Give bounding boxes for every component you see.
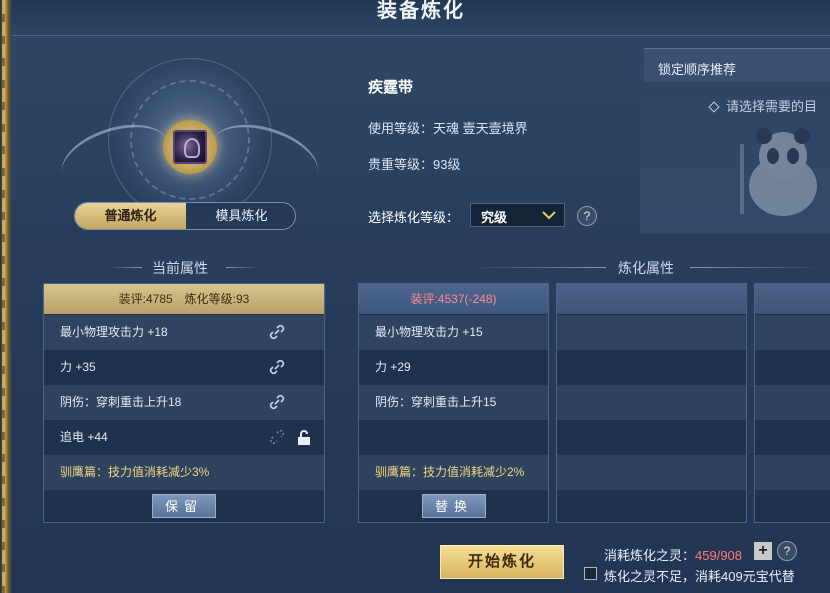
lock-order-hint-text: 请选择需要的目 bbox=[726, 99, 818, 114]
chevron-down-icon bbox=[542, 211, 556, 220]
broken-link-icon[interactable] bbox=[268, 428, 286, 446]
refine-mode-tabs: 普通炼化 模具炼化 bbox=[74, 202, 296, 230]
current-attr-text: 力 +35 bbox=[60, 360, 96, 374]
item-rarity-level: 贵重等级：93级 bbox=[368, 157, 461, 172]
refine-result-panel-empty bbox=[556, 283, 747, 523]
current-score-header: 装评:4785 炼化等级:93 bbox=[44, 284, 324, 314]
link-icon[interactable] bbox=[268, 323, 286, 341]
title-bar: 装备炼化 bbox=[12, 0, 830, 36]
consume-label: 消耗炼化之灵： bbox=[604, 548, 696, 563]
consume-spirit-text: 消耗炼化之灵：459/908 bbox=[604, 545, 742, 564]
empty-row bbox=[557, 385, 746, 420]
lock-order-panel: 锁定顺序推荐 请选择需要的目 bbox=[640, 44, 830, 234]
current-attr-row: 驯鹰篇：技力值消耗减少3% bbox=[44, 455, 324, 490]
refine-attributes-panel: 装评:4537(-248) 最小物理攻击力 +15 力 +29 阴伤：穿刺重击上… bbox=[358, 283, 549, 523]
empty-row bbox=[557, 455, 746, 490]
lock-order-header: 锁定顺序推荐 bbox=[644, 48, 830, 82]
lock-order-hint: 请选择需要的目 bbox=[708, 96, 818, 115]
keep-button[interactable]: 保留 bbox=[152, 494, 216, 518]
refine-level-help-icon[interactable]: ? bbox=[577, 206, 597, 226]
refine-attr-text: 力 +29 bbox=[375, 360, 411, 374]
refine-attr-text: 驯鹰篇：技力值消耗减少2% bbox=[375, 465, 525, 479]
refine-attr-row: 阴伤：穿刺重击上升15 bbox=[359, 385, 548, 420]
empty-panel-header bbox=[755, 284, 830, 314]
window-frame-left bbox=[0, 0, 12, 593]
item-name: 疾霆带 bbox=[368, 79, 414, 96]
refine-level-value: 究级 bbox=[481, 210, 508, 225]
current-attr-text: 驯鹰篇：技力值消耗减少3% bbox=[60, 465, 210, 479]
current-attr-text: 阴伤：穿刺重击上升18 bbox=[60, 395, 182, 409]
consume-value: 459/908 bbox=[695, 548, 743, 563]
item-info: 疾霆带 bbox=[368, 76, 413, 97]
start-refine-button[interactable]: 开始炼化 bbox=[440, 545, 564, 579]
belt-item-icon bbox=[173, 130, 207, 164]
current-attr-row: 阴伤：穿刺重击上升18 bbox=[44, 385, 324, 420]
empty-panel-header bbox=[557, 284, 746, 314]
replace-button[interactable]: 替换 bbox=[422, 494, 486, 518]
link-icon[interactable] bbox=[268, 358, 286, 376]
window-title: 装备炼化 bbox=[377, 0, 465, 22]
tab-mold-refine[interactable]: 模具炼化 bbox=[186, 203, 295, 229]
current-attr-row: 力 +35 bbox=[44, 350, 324, 385]
add-spirit-button[interactable]: + bbox=[754, 542, 772, 560]
empty-row bbox=[557, 315, 746, 350]
current-heading-line-left bbox=[108, 267, 142, 268]
empty-row bbox=[755, 455, 830, 490]
refine-attr-row bbox=[359, 420, 548, 455]
empty-row bbox=[755, 385, 830, 420]
refine-attr-row: 力 +29 bbox=[359, 350, 548, 385]
current-attr-text: 最小物理攻击力 +18 bbox=[60, 325, 168, 339]
item-use-level: 使用等级：天魂 壹天壹境界 bbox=[368, 121, 528, 136]
refine-attributes-heading: 炼化属性 bbox=[618, 260, 674, 276]
refine-heading-line-right bbox=[690, 267, 824, 268]
refine-attr-row: 驯鹰篇：技力值消耗减少2% bbox=[359, 455, 548, 490]
current-attr-row: 最小物理攻击力 +18 bbox=[44, 315, 324, 350]
current-attr-row: 追电 +44 bbox=[44, 420, 324, 455]
panda-mascot-icon bbox=[740, 128, 817, 216]
refine-attr-row: 最小物理攻击力 +15 bbox=[359, 315, 548, 350]
lock-order-title: 锁定顺序推荐 bbox=[658, 62, 737, 77]
current-attributes-panel: 装评:4785 炼化等级:93 最小物理攻击力 +18 力 +35 阴伤：穿刺重… bbox=[43, 283, 325, 523]
use-yuanbao-checkbox[interactable] bbox=[584, 567, 597, 580]
refine-attr-text: 最小物理攻击力 +15 bbox=[375, 325, 483, 339]
diamond-icon bbox=[708, 101, 720, 113]
current-attr-text: 追电 +44 bbox=[60, 430, 108, 444]
unlock-icon[interactable] bbox=[296, 430, 312, 446]
substitute-note: 炼化之灵不足，消耗409元宝代替 bbox=[604, 569, 795, 584]
refine-level-dropdown[interactable]: 究级 bbox=[470, 203, 565, 227]
link-icon[interactable] bbox=[268, 393, 286, 411]
refine-heading-line-left bbox=[470, 267, 606, 268]
consume-help-icon[interactable]: ? bbox=[777, 541, 797, 561]
current-heading-line-right bbox=[226, 267, 260, 268]
refine-attr-text: 阴伤：穿刺重击上升15 bbox=[375, 395, 497, 409]
empty-row bbox=[755, 315, 830, 350]
item-slot[interactable] bbox=[163, 120, 217, 174]
refine-level-label: 选择炼化等级： bbox=[368, 210, 460, 225]
current-attributes-heading: 当前属性 bbox=[152, 260, 208, 276]
refine-score-header: 装评:4537(-248) bbox=[359, 284, 548, 314]
tab-normal-refine[interactable]: 普通炼化 bbox=[75, 203, 186, 229]
refine-result-panel-empty bbox=[754, 283, 830, 523]
